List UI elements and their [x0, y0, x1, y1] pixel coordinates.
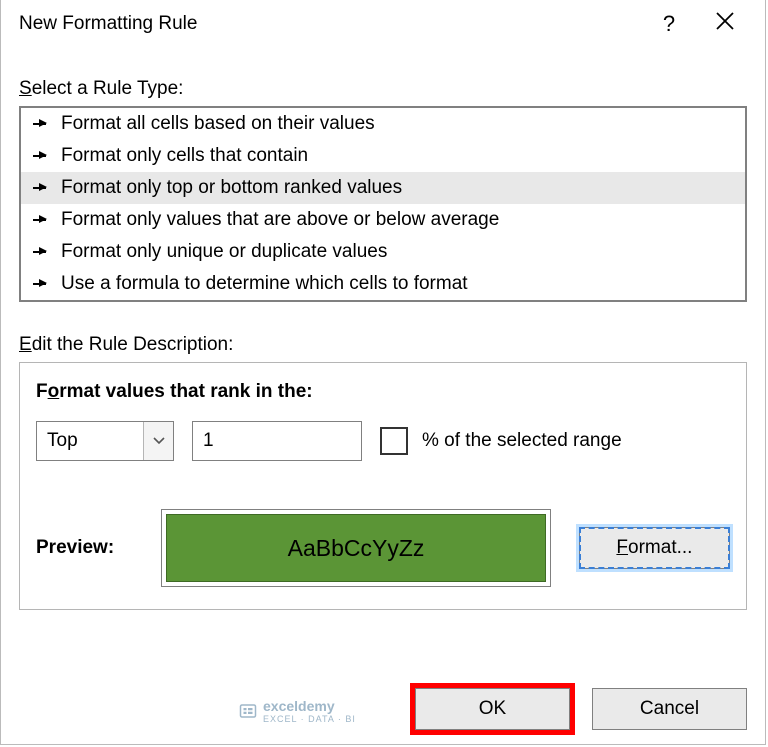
rule-description-box: Format values that rank in the: Top % of… — [19, 362, 747, 610]
rank-direction-combo[interactable]: Top — [36, 421, 174, 461]
rank-value-input[interactable] — [192, 421, 362, 461]
percent-label: % of the selected range — [422, 430, 622, 452]
dialog-button-row: OK Cancel — [415, 688, 747, 730]
help-icon[interactable]: ? — [641, 11, 697, 37]
format-values-rank-label: Format values that rank in the: — [36, 381, 730, 403]
flag-icon — [33, 181, 53, 195]
flag-icon — [33, 245, 53, 259]
cancel-button[interactable]: Cancel — [592, 688, 747, 730]
preview-box: AaBbCcYyZz — [161, 509, 551, 587]
percent-checkbox[interactable] — [380, 427, 408, 455]
titlebar: New Formatting Rule ? — [1, 0, 765, 48]
rule-type-label: Format only unique or duplicate values — [61, 241, 387, 263]
rule-type-item[interactable]: Use a formula to determine which cells t… — [21, 268, 745, 300]
rule-type-label: Format only values that are above or bel… — [61, 209, 499, 231]
preview-label: Preview: — [36, 537, 161, 559]
rank-direction-value: Top — [37, 430, 143, 452]
preview-sample: AaBbCcYyZz — [166, 514, 546, 582]
rule-type-item[interactable]: Format all cells based on their values — [21, 108, 745, 140]
rule-type-item[interactable]: Format only top or bottom ranked values — [21, 172, 745, 204]
rule-type-list: Format all cells based on their values Fo… — [19, 106, 747, 302]
flag-icon — [33, 117, 53, 131]
watermark: exceldemy EXCEL · DATA · BI — [239, 698, 356, 724]
rule-type-label: Format only cells that contain — [61, 145, 308, 167]
new-formatting-rule-dialog: New Formatting Rule ? Select a Rule Type… — [0, 0, 766, 745]
rule-type-label: Format all cells based on their values — [61, 113, 375, 135]
select-rule-type-label: Select a Rule Type: — [19, 78, 747, 100]
close-icon[interactable] — [697, 11, 753, 37]
chevron-down-icon[interactable] — [143, 422, 173, 460]
flag-icon — [33, 149, 53, 163]
rule-type-item[interactable]: Format only unique or duplicate values — [21, 236, 745, 268]
dialog-title: New Formatting Rule — [19, 13, 641, 35]
rule-type-item[interactable]: Format only cells that contain — [21, 140, 745, 172]
rule-type-label: Use a formula to determine which cells t… — [61, 273, 468, 295]
ok-button[interactable]: OK — [415, 688, 570, 730]
rule-type-label: Format only top or bottom ranked values — [61, 177, 402, 199]
format-button[interactable]: Format... — [579, 527, 730, 569]
edit-rule-description-label: Edit the Rule Description: — [19, 334, 747, 356]
rule-type-item[interactable]: Format only values that are above or bel… — [21, 204, 745, 236]
flag-icon — [33, 277, 53, 291]
flag-icon — [33, 213, 53, 227]
